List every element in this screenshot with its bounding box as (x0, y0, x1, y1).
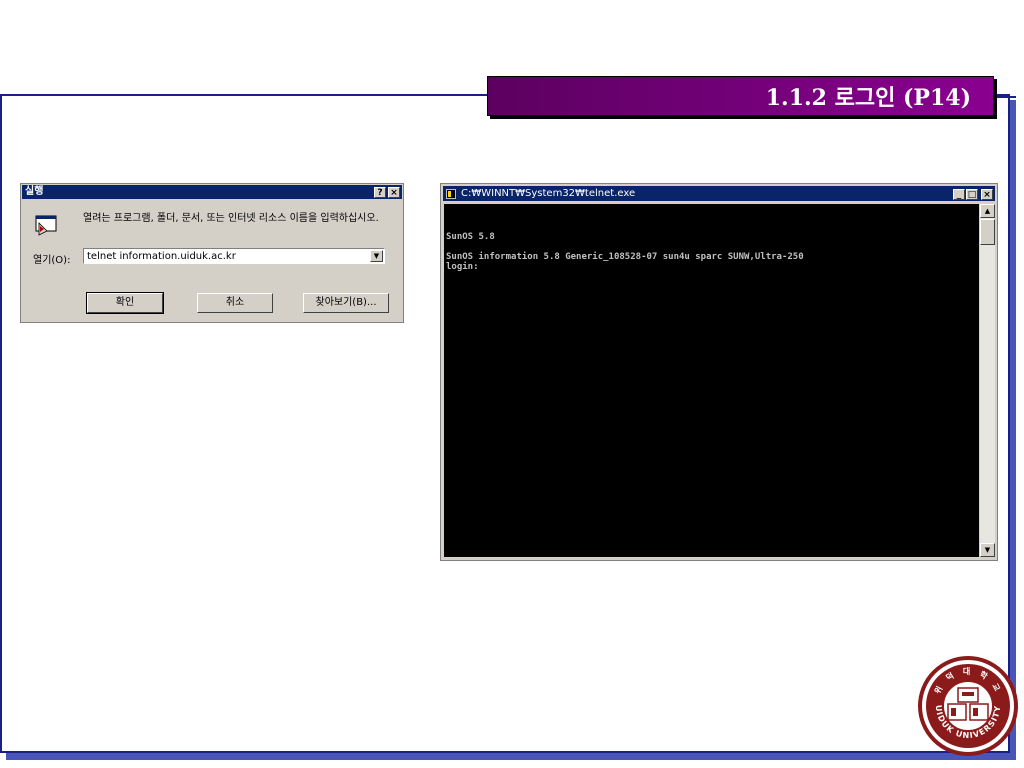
console-line: SunOS 5.8 (446, 232, 495, 242)
console-output[interactable]: SunOS 5.8 SunOS information 5.8 Generic_… (444, 204, 979, 557)
cancel-button[interactable]: 취소 (197, 293, 273, 313)
minimize-button[interactable]: _ (953, 189, 965, 200)
run-dialog: 실행 ? × 열려는 프로그램, 폴더, 문서, 또는 인터넷 리소스 이름을 … (20, 183, 404, 323)
run-dialog-description: 열려는 프로그램, 폴더, 문서, 또는 인터넷 리소스 이름을 입력하십시오. (83, 213, 379, 224)
slide-title: 1.1.2 로그인 (P14) (765, 85, 971, 111)
telnet-title-bar[interactable]: C:₩WINNT₩System32₩telnet.exe _ □ × (443, 186, 995, 201)
university-seal-logo: UIDUK UNIVERSITY 위 덕 대 학 교 (918, 656, 1018, 756)
telnet-window: C:₩WINNT₩System32₩telnet.exe _ □ × SunOS… (440, 183, 998, 561)
console-app-icon[interactable] (446, 189, 456, 199)
scroll-down-icon[interactable]: ▼ (980, 543, 995, 557)
telnet-window-title: C:₩WINNT₩System32₩telnet.exe (461, 188, 636, 199)
run-dialog-title-bar: 실행 ? × (22, 185, 402, 199)
browse-button[interactable]: 찾아보기(B)... (303, 293, 389, 313)
open-input[interactable]: telnet information.uiduk.ac.kr (87, 250, 236, 263)
title-decoration (994, 96, 1016, 98)
run-dialog-title: 실행 (25, 186, 44, 197)
open-combobox[interactable]: telnet information.uiduk.ac.kr ▼ (83, 248, 385, 264)
chevron-down-icon[interactable]: ▼ (370, 250, 383, 262)
maximize-button[interactable]: □ (966, 189, 978, 200)
close-button[interactable]: × (388, 187, 400, 198)
ok-button[interactable]: 확인 (86, 292, 164, 314)
slide-title-bar: 1.1.2 로그인 (P14) (487, 76, 994, 116)
login-prompt[interactable]: login: (446, 262, 479, 272)
run-program-icon (35, 215, 57, 236)
window-close-button[interactable]: × (981, 189, 993, 200)
vertical-scrollbar[interactable]: ▲ ▼ (980, 204, 995, 557)
scroll-thumb[interactable] (980, 219, 995, 245)
open-label: 열기(O): (33, 255, 71, 266)
help-button[interactable]: ? (374, 187, 386, 198)
scroll-up-icon[interactable]: ▲ (980, 204, 995, 218)
console-line: SunOS information 5.8 Generic_108528-07 … (446, 252, 804, 262)
